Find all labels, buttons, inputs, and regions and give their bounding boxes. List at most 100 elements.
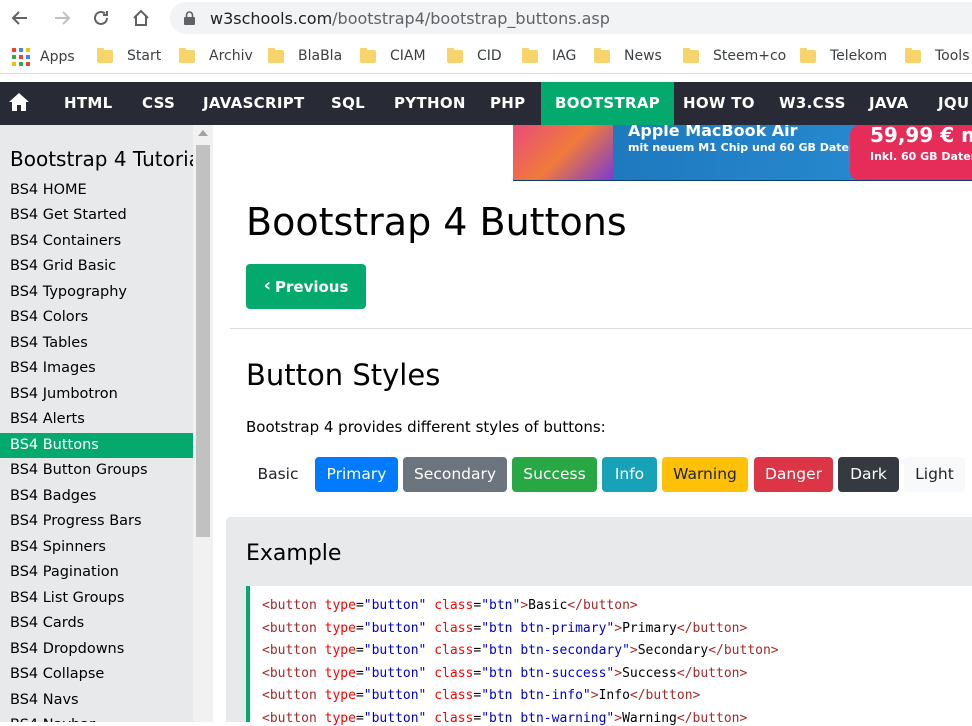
bookmark-label: Tools	[935, 48, 970, 64]
code-line: <button type="button" class="btn btn-sec…	[262, 643, 779, 658]
sidebar-link[interactable]: BS4 Dropdowns	[0, 637, 193, 662]
nav-javascript[interactable]: JAVASCRIPT	[203, 82, 305, 125]
sidebar-link[interactable]: BS4 Button Groups	[0, 458, 193, 483]
reload-icon[interactable]	[87, 4, 115, 32]
bookmark-tools[interactable]: Tools	[905, 47, 970, 64]
bookmark-label: Telekom	[830, 48, 888, 64]
sidebar-link[interactable]: BS4 Collapse	[0, 662, 193, 687]
nav-howto[interactable]: HOW TO	[683, 82, 755, 125]
sidebar-link[interactable]: BS4 List Groups	[0, 586, 193, 611]
sidebar-link[interactable]: BS4 Progress Bars	[0, 509, 193, 534]
sidebar-link[interactable]: BS4 Cards	[0, 611, 193, 636]
ad-price-note: Inkl. 60 GB Daten	[870, 150, 972, 163]
sidebar-link[interactable]: BS4 Navs	[0, 688, 193, 713]
sidebar-link[interactable]: BS4 Containers	[0, 229, 193, 254]
bookmark-label: BlaBla	[298, 48, 343, 64]
home-icon[interactable]	[8, 92, 30, 114]
folder-icon	[522, 47, 538, 63]
bookmark-label: Start	[127, 48, 162, 64]
apps-grid-icon	[12, 48, 30, 66]
url-bar[interactable]: w3schools.com/bootstrap4/bootstrap_butto…	[170, 2, 972, 34]
sidebar-link[interactable]: BS4 HOME	[0, 178, 193, 203]
sidebar-link[interactable]: BS4 Alerts	[0, 407, 193, 432]
sidebar-link[interactable]: BS4 Typography	[0, 280, 193, 305]
sidebar-link[interactable]: BS4 Jumbotron	[0, 382, 193, 407]
folder-icon	[447, 47, 463, 63]
dark-button[interactable]: Dark	[838, 457, 899, 492]
sidebar-link[interactable]: BS4 Get Started	[0, 203, 193, 228]
bookmark-label: CID	[477, 48, 502, 64]
code-line: <button type="button" class="btn btn-pri…	[262, 620, 748, 636]
basic-button[interactable]: Basic	[246, 457, 310, 492]
light-button[interactable]: Light	[904, 457, 965, 492]
url-text: w3schools.com/bootstrap4/bootstrap_butto…	[210, 8, 610, 28]
sidebar-link[interactable]: BS4 Pagination	[0, 560, 193, 585]
nav-w3css[interactable]: W3.CSS	[779, 82, 846, 125]
folder-icon	[97, 47, 113, 63]
previous-label: Previous	[275, 277, 349, 296]
bookmarks-bar: Apps Start Archiv BlaBla CIAM CID IAG Ne…	[0, 42, 972, 74]
bookmark-start[interactable]: Start	[97, 47, 162, 64]
back-arrow-icon[interactable]	[6, 4, 34, 32]
sidebar-link[interactable]: BS4 Spinners	[0, 535, 193, 560]
sidebar-link[interactable]: BS4 Badges	[0, 484, 193, 509]
scroll-up-arrow-icon[interactable]	[198, 130, 208, 136]
success-button[interactable]: Success	[512, 457, 597, 492]
top-navigation: HTML CSS JAVASCRIPT SQL PYTHON PHP BOOTS…	[0, 82, 972, 125]
bookmark-label: CIAM	[390, 48, 426, 64]
example-title: Example	[246, 541, 342, 566]
primary-button[interactable]: Primary	[315, 457, 398, 492]
secondary-button[interactable]: Secondary	[403, 457, 507, 492]
nav-java[interactable]: JAVA	[869, 82, 909, 125]
sidebar: Bootstrap 4 Tutorial BS4 HOME BS4 Get St…	[0, 125, 193, 722]
sidebar-title: Bootstrap 4 Tutorial	[10, 147, 193, 171]
home-icon[interactable]	[127, 4, 155, 32]
ad-banner[interactable]: Apple MacBook Air mit neuem M1 Chip und …	[513, 125, 972, 181]
nav-sql[interactable]: SQL	[331, 82, 365, 125]
nav-css[interactable]: CSS	[142, 82, 175, 125]
bookmark-apps[interactable]: Apps	[12, 48, 75, 66]
folder-icon	[360, 47, 376, 63]
code-block: <button type="button" class="btn">Basic<…	[246, 586, 972, 726]
bookmark-label: Steem+co	[713, 48, 787, 64]
chevron-left-icon: ‹	[263, 275, 271, 296]
nav-python[interactable]: PYTHON	[394, 82, 466, 125]
nav-jquery[interactable]: JQU	[938, 82, 969, 125]
sidebar-link[interactable]: BS4 Grid Basic	[0, 254, 193, 279]
nav-html[interactable]: HTML	[64, 82, 112, 125]
folder-icon	[594, 47, 610, 63]
previous-button[interactable]: ‹ Previous	[246, 264, 366, 309]
nav-bootstrap[interactable]: BOOTSTRAP	[541, 82, 675, 125]
browser-toolbar: w3schools.com/bootstrap4/bootstrap_butto…	[0, 0, 972, 38]
folder-icon	[179, 47, 195, 63]
sidebar-link[interactable]: BS4 Images	[0, 356, 193, 381]
bookmark-news[interactable]: News	[594, 47, 662, 64]
lock-icon	[184, 11, 195, 25]
bookmark-ciam[interactable]: CIAM	[360, 47, 426, 64]
nav-php[interactable]: PHP	[490, 82, 525, 125]
sidebar-link-active[interactable]: BS4 Buttons	[0, 433, 193, 458]
ad-subline: mit neuem M1 Chip und 60 GB Daten	[628, 141, 857, 154]
sidebar-scrollbar[interactable]	[193, 125, 213, 722]
warning-button[interactable]: Warning	[662, 457, 748, 492]
bookmark-cid[interactable]: CID	[447, 47, 502, 64]
laptop-image	[513, 125, 613, 180]
folder-icon	[268, 47, 284, 63]
folder-icon	[683, 47, 699, 63]
sidebar-link[interactable]: BS4 Colors	[0, 305, 193, 330]
bookmark-telekom[interactable]: Telekom	[800, 47, 888, 64]
danger-button[interactable]: Danger	[754, 457, 833, 492]
code-line: <button type="button" class="btn">Basic<…	[262, 598, 638, 613]
bookmark-steem[interactable]: Steem+co	[683, 47, 787, 64]
bookmark-archiv[interactable]: Archiv	[179, 47, 253, 64]
scrollbar-thumb[interactable]	[196, 145, 210, 537]
sidebar-link[interactable]: BS4 Navbar	[0, 713, 193, 722]
page-title: Bootstrap 4 Buttons	[246, 200, 627, 244]
info-button[interactable]: Info	[602, 457, 657, 492]
forward-arrow-icon[interactable]	[48, 4, 76, 32]
sidebar-link[interactable]: BS4 Tables	[0, 331, 193, 356]
bookmark-blabla[interactable]: BlaBla	[268, 47, 343, 64]
bookmark-iag[interactable]: IAG	[522, 47, 576, 64]
example-box: Example <button type="button" class="btn…	[226, 517, 972, 726]
bookmark-label: News	[624, 48, 662, 64]
